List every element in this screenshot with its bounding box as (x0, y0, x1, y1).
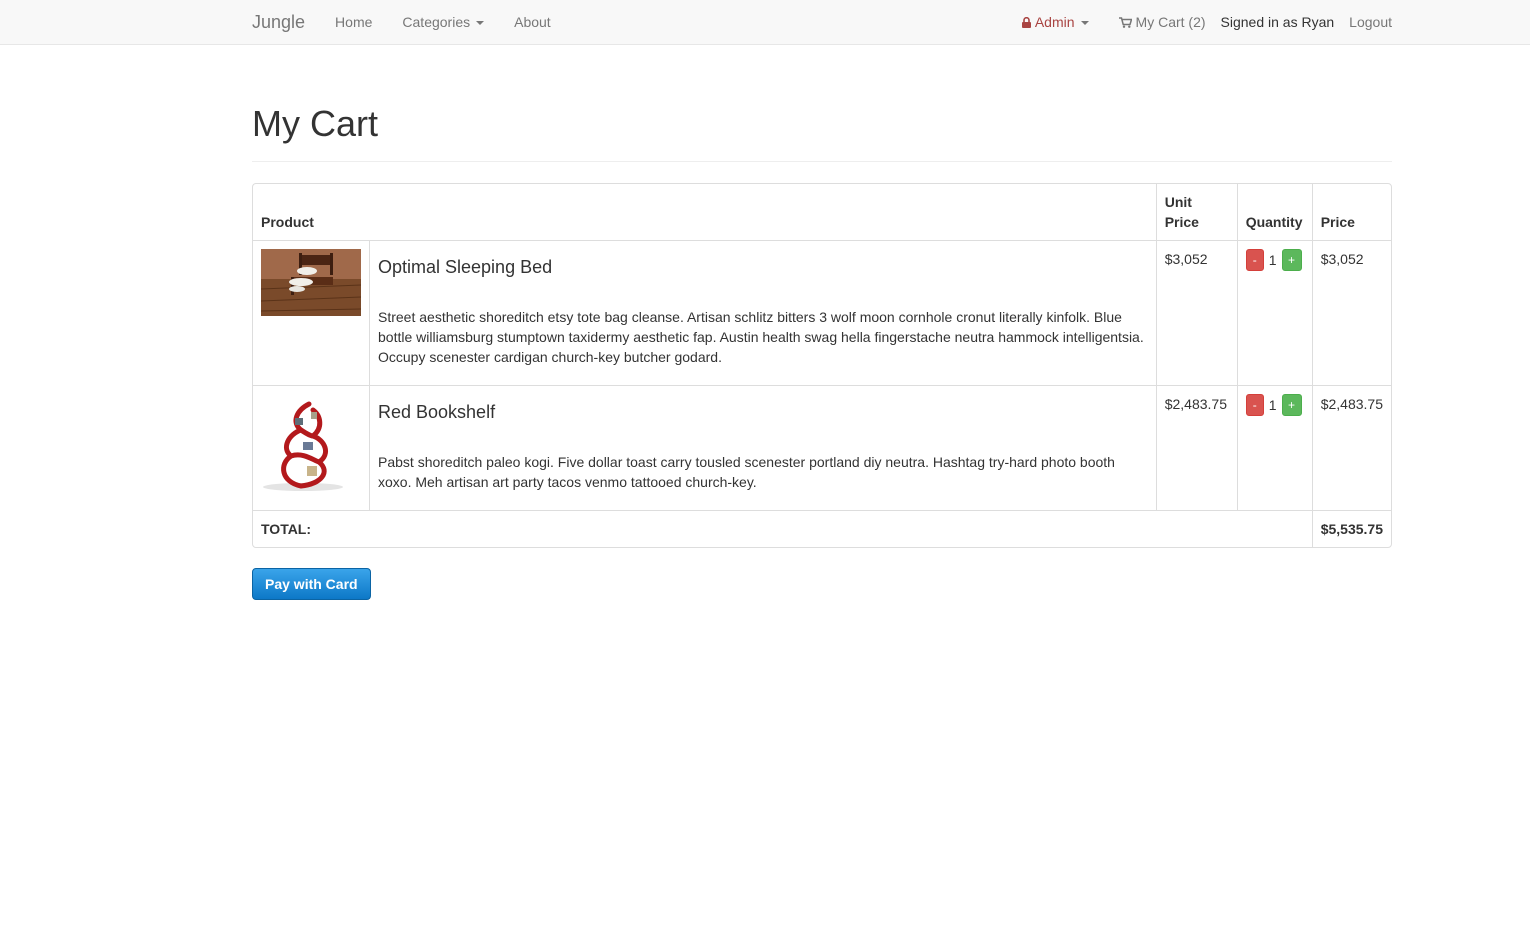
title-divider (252, 161, 1392, 162)
caret-down-icon (1080, 21, 1089, 25)
total-row: TOTAL: $5,535.75 (253, 510, 1391, 547)
cart-icon (1118, 16, 1132, 28)
navbar: Jungle Home Categories About Admin My Ca… (0, 0, 1530, 45)
quantity-cell: - 1 + (1236, 385, 1313, 511)
decrease-quantity-button[interactable]: - (1245, 394, 1264, 416)
decrease-quantity-button[interactable]: - (1245, 249, 1264, 271)
quantity-value: 1 (1268, 252, 1277, 268)
nav-admin-dropdown[interactable]: Admin (1021, 14, 1089, 30)
unit-price-cell: $3,052 (1155, 240, 1238, 386)
product-description: Pabst shoreditch paleo kogi. Five dollar… (378, 454, 1115, 490)
nav-logout-link[interactable]: Logout (1349, 14, 1392, 30)
cart-panel: Product Unit Price Quantity Price Optima… (252, 183, 1392, 548)
total-label: TOTAL: (253, 510, 1313, 547)
unit-price-cell: $2,483.75 (1155, 385, 1238, 511)
product-image-cell (253, 385, 370, 511)
product-image-cell (253, 240, 370, 386)
quantity-stepper: - 1 + (1245, 394, 1304, 416)
pay-with-card-button[interactable]: Pay with Card (252, 568, 371, 600)
bookshelf-product-image[interactable] (261, 394, 361, 494)
signed-in-text: Signed in as Ryan (1220, 14, 1335, 30)
quantity-stepper: - 1 + (1245, 249, 1304, 271)
price-cell: $3,052 (1311, 240, 1391, 386)
header-quantity: Quantity (1236, 184, 1313, 241)
increase-quantity-button[interactable]: + (1281, 394, 1302, 416)
categories-label: Categories (402, 14, 471, 30)
cart-table: Product Unit Price Quantity Price Optima… (253, 184, 1391, 547)
header-unit-price: Unit Price (1155, 184, 1238, 241)
price-cell: $2,483.75 (1311, 385, 1391, 511)
header-price: Price (1311, 184, 1391, 241)
nav-home-link[interactable]: Home (335, 14, 372, 30)
cart-label: My Cart (2) (1135, 14, 1206, 30)
table-row: Red Bookshelf Pabst shoreditch paleo kog… (253, 385, 1391, 511)
nav-cart-link[interactable]: My Cart (2) (1118, 14, 1206, 30)
product-info-cell: Red Bookshelf Pabst shoreditch paleo kog… (369, 385, 1157, 511)
main-container: My Cart Product Unit Price Quantity Pric… (252, 46, 1392, 600)
lock-icon (1021, 16, 1031, 28)
product-info-cell: Optimal Sleeping Bed Street aesthetic sh… (369, 240, 1157, 386)
header-product: Product (253, 184, 1157, 241)
total-value: $5,535.75 (1311, 510, 1391, 547)
table-row: Optimal Sleeping Bed Street aesthetic sh… (253, 240, 1391, 386)
page-title: My Cart (252, 103, 378, 144)
product-name[interactable]: Red Bookshelf (378, 402, 1148, 422)
bed-product-image[interactable] (261, 249, 361, 316)
table-header-row: Product Unit Price Quantity Price (253, 184, 1391, 241)
quantity-value: 1 (1268, 397, 1277, 413)
product-name[interactable]: Optimal Sleeping Bed (378, 257, 1148, 277)
admin-label: Admin (1034, 14, 1075, 30)
product-description: Street aesthetic shoreditch etsy tote ba… (378, 309, 1144, 365)
increase-quantity-button[interactable]: + (1281, 249, 1302, 271)
brand-link[interactable]: Jungle (252, 12, 305, 33)
nav-about-link[interactable]: About (514, 14, 551, 30)
caret-down-icon (476, 21, 485, 25)
quantity-cell: - 1 + (1236, 240, 1313, 386)
nav-categories-dropdown[interactable]: Categories (402, 14, 485, 30)
